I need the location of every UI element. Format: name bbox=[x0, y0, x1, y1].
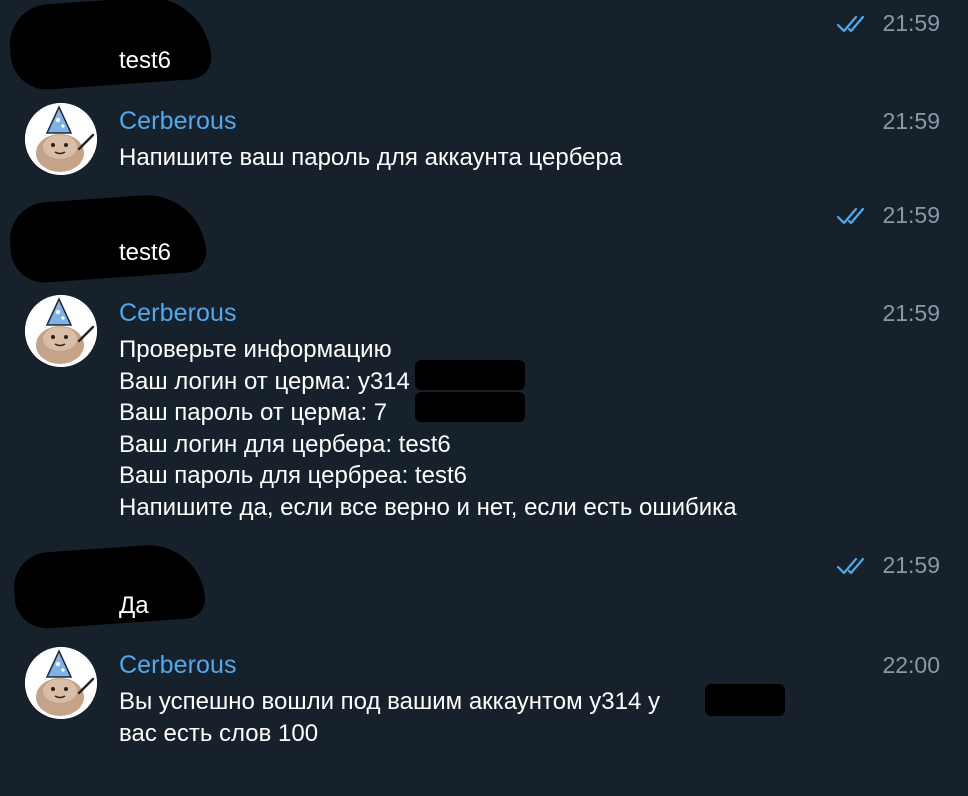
incoming-message[interactable]: Cerberous 21:59 Напишите ваш пароль для … bbox=[0, 100, 968, 192]
bot-avatar[interactable] bbox=[25, 647, 97, 719]
wizard-cat-avatar-image bbox=[25, 103, 97, 175]
sender-name[interactable]: Cerberous bbox=[119, 299, 237, 328]
redacted-avatar bbox=[11, 541, 207, 631]
sender-name[interactable]: Cerberous bbox=[119, 651, 237, 680]
message-time: 21:59 bbox=[882, 300, 940, 326]
message-time: 21:59 bbox=[837, 202, 940, 229]
double-check-read-icon bbox=[837, 15, 865, 32]
wizard-cat-avatar-image bbox=[25, 647, 97, 719]
incoming-message[interactable]: Cerberous 22:00 Вы успешно вошли под ваш… bbox=[0, 644, 968, 794]
bot-avatar[interactable] bbox=[25, 295, 97, 367]
outgoing-message[interactable]: 21:59 Да bbox=[0, 541, 968, 642]
message-time: 21:59 bbox=[882, 108, 940, 134]
redacted-password bbox=[415, 392, 525, 422]
message-text: test6 bbox=[119, 239, 172, 266]
redacted-avatar bbox=[7, 0, 213, 92]
chat-history[interactable]: 21:59 test6 Cerberous 21:59 Напишите ваш… bbox=[0, 0, 968, 796]
redacted-login bbox=[415, 360, 525, 390]
sender-name[interactable]: Cerberous bbox=[119, 107, 237, 136]
message-time: 22:00 bbox=[882, 652, 940, 678]
double-check-read-icon bbox=[837, 557, 865, 574]
wizard-cat-avatar-image bbox=[25, 295, 97, 367]
message-text: Вы успешно вошли под вашим аккаунтом у31… bbox=[119, 688, 660, 747]
message-time: 21:59 bbox=[837, 552, 940, 579]
outgoing-message[interactable]: 21:59 test6 bbox=[0, 0, 968, 100]
outgoing-message[interactable]: 21:59 test6 bbox=[0, 191, 968, 292]
message-text: Да bbox=[119, 592, 149, 619]
message-text: test6 bbox=[119, 47, 172, 74]
redacted-account-id bbox=[705, 684, 785, 716]
bot-avatar[interactable] bbox=[25, 103, 97, 175]
message-time: 21:59 bbox=[837, 10, 940, 37]
incoming-message[interactable]: Cerberous 21:59 Проверьте информацию Ваш… bbox=[0, 292, 968, 542]
message-text: Напишите ваш пароль для аккаунта цербера bbox=[119, 144, 623, 171]
double-check-read-icon bbox=[837, 207, 865, 224]
redacted-avatar bbox=[7, 191, 208, 285]
